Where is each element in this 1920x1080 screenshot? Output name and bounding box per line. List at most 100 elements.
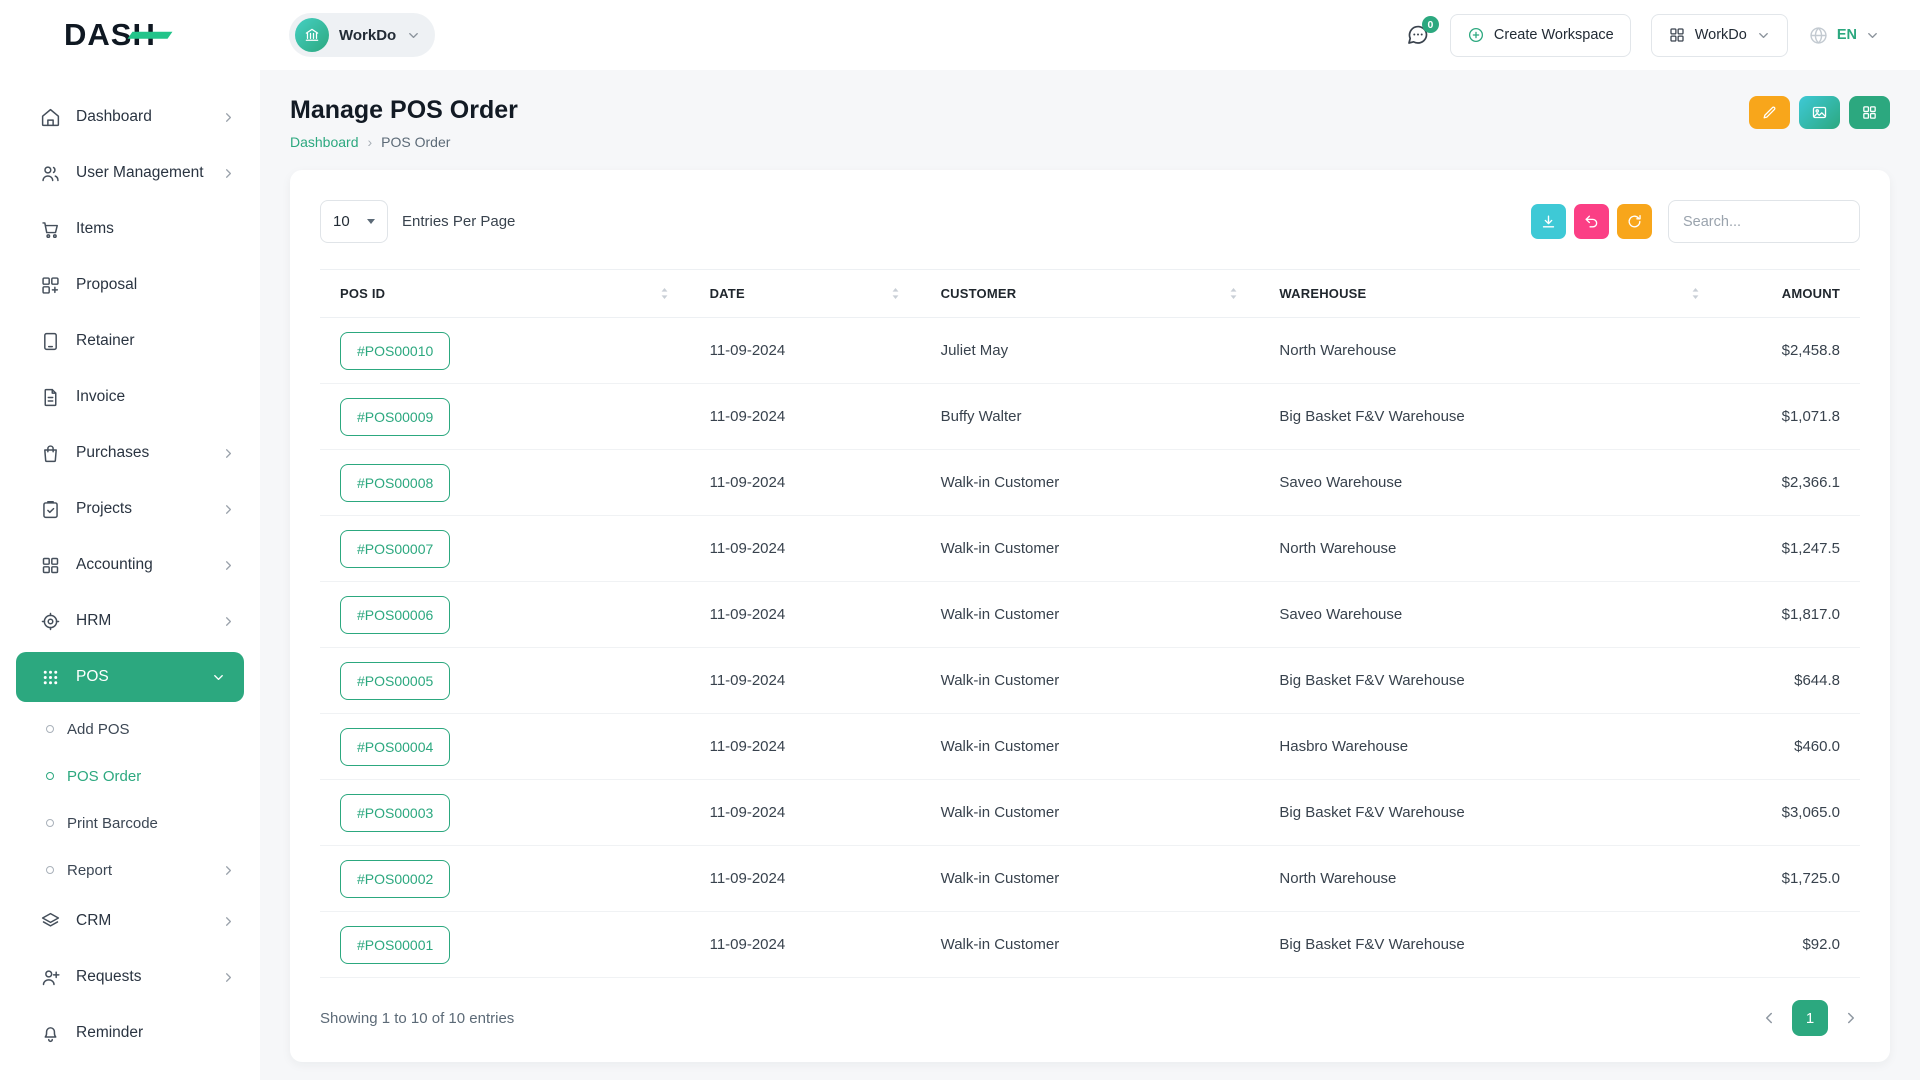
sidebar-item-pos[interactable]: POS xyxy=(16,652,244,702)
page-title: Manage POS Order xyxy=(290,96,518,125)
pos-id-button[interactable]: #POS00001 xyxy=(340,926,450,964)
customer-cell: Walk-in Customer xyxy=(921,780,1260,846)
pos-id-cell: #POS00005 xyxy=(320,648,690,714)
table-footer: Showing 1 to 10 of 10 entries 1 xyxy=(320,978,1860,1048)
workspace-selector[interactable]: WorkDo xyxy=(289,13,435,57)
column-header-customer[interactable]: CUSTOMER xyxy=(921,270,1260,318)
pos-id-button[interactable]: #POS00002 xyxy=(340,860,450,898)
customer-cell: Walk-in Customer xyxy=(921,846,1260,912)
column-header-date[interactable]: DATE xyxy=(690,270,921,318)
pos-id-button[interactable]: #POS00008 xyxy=(340,464,450,502)
pos-id-cell: #POS00009 xyxy=(320,384,690,450)
create-workspace-label: Create Workspace xyxy=(1494,27,1614,43)
tablet-icon xyxy=(40,331,61,352)
chevron-right-icon xyxy=(221,863,236,878)
pos-id-button[interactable]: #POS00005 xyxy=(340,662,450,700)
chevron-right-icon xyxy=(221,970,236,985)
amount-cell: $644.8 xyxy=(1721,648,1860,714)
target-icon xyxy=(40,611,61,632)
previous-page-button[interactable] xyxy=(1760,1009,1778,1027)
sidebar-item-reminder[interactable]: Reminder xyxy=(0,1008,260,1058)
pos-id-cell: #POS00004 xyxy=(320,714,690,780)
messages-button[interactable]: 0 xyxy=(1406,23,1430,47)
search-input[interactable] xyxy=(1668,200,1860,243)
refresh-button[interactable] xyxy=(1617,204,1652,239)
sidebar-subitem-add-pos[interactable]: Add POS xyxy=(0,708,260,750)
sidebar-subitem-report[interactable]: Report xyxy=(0,849,260,891)
sidebar-item-proposal[interactable]: Proposal xyxy=(0,260,260,310)
clipboard-check-icon xyxy=(40,499,61,520)
sidebar-item-invoice[interactable]: Invoice xyxy=(0,372,260,422)
grid-view-button[interactable] xyxy=(1849,96,1890,129)
table-row: #POS00003 11-09-2024 Walk-in Customer Bi… xyxy=(320,780,1860,846)
export-button[interactable] xyxy=(1531,204,1566,239)
amount-cell: $1,817.0 xyxy=(1721,582,1860,648)
customer-cell: Walk-in Customer xyxy=(921,582,1260,648)
sidebar-item-crm[interactable]: CRM xyxy=(0,896,260,946)
warehouse-cell: Big Basket F&V Warehouse xyxy=(1259,648,1721,714)
pos-id-button[interactable]: #POS00009 xyxy=(340,398,450,436)
chevron-right-icon xyxy=(221,558,236,573)
sidebar-item-label: Purchases xyxy=(76,444,149,462)
language-selector[interactable]: EN xyxy=(1808,25,1880,46)
next-page-button[interactable] xyxy=(1842,1009,1860,1027)
sidebar-subitem-print-barcode[interactable]: Print Barcode xyxy=(0,802,260,844)
sidebar-item-items[interactable]: Items xyxy=(0,204,260,254)
pos-id-cell: #POS00003 xyxy=(320,780,690,846)
orders-card: 10 Entries Per Page POS xyxy=(290,170,1890,1062)
chevron-down-icon xyxy=(367,219,375,224)
table-header-row: POS ID DATE CUSTOMER WAREHOUSE AMOUNT xyxy=(320,270,1860,318)
breadcrumb-dashboard-link[interactable]: Dashboard xyxy=(290,134,359,150)
pos-id-button[interactable]: #POS00007 xyxy=(340,530,450,568)
sidebar-item-requests[interactable]: Requests xyxy=(0,952,260,1002)
sidebar-item-accounting[interactable]: Accounting xyxy=(0,540,260,590)
pos-id-button[interactable]: #POS00010 xyxy=(340,332,450,370)
sidebar-item-purchases[interactable]: Purchases xyxy=(0,428,260,478)
table-row: #POS00001 11-09-2024 Walk-in Customer Bi… xyxy=(320,912,1860,978)
table-row: #POS00009 11-09-2024 Buffy Walter Big Ba… xyxy=(320,384,1860,450)
entries-per-page-select[interactable]: 10 xyxy=(320,200,388,243)
sidebar-item-dashboard[interactable]: Dashboard xyxy=(0,92,260,142)
column-label: CUSTOMER xyxy=(941,286,1017,301)
sidebar-item-label: Items xyxy=(76,220,114,238)
create-workspace-button[interactable]: Create Workspace xyxy=(1450,14,1631,57)
pos-id-button[interactable]: #POS00004 xyxy=(340,728,450,766)
edit-button[interactable] xyxy=(1749,96,1790,129)
messages-badge: 0 xyxy=(1422,16,1439,33)
table-actions xyxy=(1531,200,1860,243)
amount-cell: $460.0 xyxy=(1721,714,1860,780)
sidebar-item-label: POS xyxy=(76,668,109,686)
entries-per-page-value: 10 xyxy=(333,213,350,230)
warehouse-cell: Saveo Warehouse xyxy=(1259,582,1721,648)
column-label: WAREHOUSE xyxy=(1279,286,1366,301)
pos-id-button[interactable]: #POS00003 xyxy=(340,794,450,832)
chevron-right-icon xyxy=(1842,1009,1860,1027)
gallery-button[interactable] xyxy=(1799,96,1840,129)
table-row: #POS00007 11-09-2024 Walk-in Customer No… xyxy=(320,516,1860,582)
amount-cell: $1,247.5 xyxy=(1721,516,1860,582)
reset-button[interactable] xyxy=(1574,204,1609,239)
chevron-right-icon xyxy=(221,502,236,517)
column-header-warehouse[interactable]: WAREHOUSE xyxy=(1259,270,1721,318)
sort-icon xyxy=(1228,286,1239,301)
sidebar-item-retainer[interactable]: Retainer xyxy=(0,316,260,366)
sidebar: Dashboard User Management Items Proposal… xyxy=(0,70,260,1080)
bell-icon xyxy=(40,1023,61,1044)
sidebar-item-projects[interactable]: Projects xyxy=(0,484,260,534)
table-row: #POS00010 11-09-2024 Juliet May North Wa… xyxy=(320,318,1860,384)
company-menu-button[interactable]: WorkDo xyxy=(1651,14,1788,57)
sidebar-item-hrm[interactable]: HRM xyxy=(0,596,260,646)
column-header-pos-id[interactable]: POS ID xyxy=(320,270,690,318)
breadcrumb: Dashboard › POS Order xyxy=(290,134,518,150)
sidebar-item-label: CRM xyxy=(76,912,111,930)
sidebar-subitem-pos-order[interactable]: POS Order xyxy=(0,755,260,797)
customer-cell: Juliet May xyxy=(921,318,1260,384)
cart-icon xyxy=(40,219,61,240)
date-cell: 11-09-2024 xyxy=(690,846,921,912)
pos-id-button[interactable]: #POS00006 xyxy=(340,596,450,634)
sidebar-item-label: Invoice xyxy=(76,388,125,406)
chevron-right-icon xyxy=(221,614,236,629)
page-1-button[interactable]: 1 xyxy=(1792,1000,1828,1036)
column-header-amount[interactable]: AMOUNT xyxy=(1721,270,1860,318)
sidebar-item-user-management[interactable]: User Management xyxy=(0,148,260,198)
